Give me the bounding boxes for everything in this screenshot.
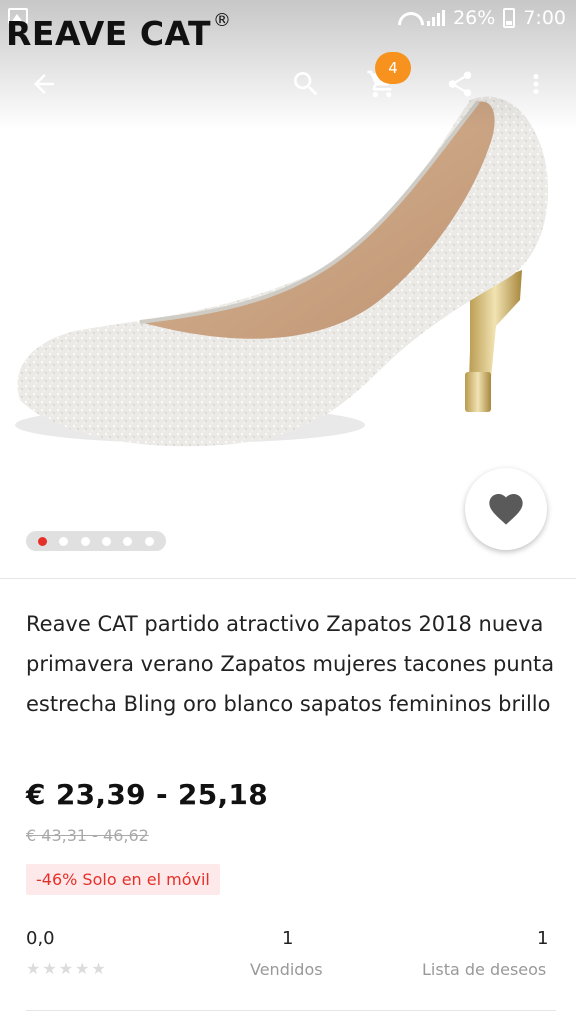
- sold-count: 1: [282, 928, 294, 949]
- pager-dot[interactable]: [123, 536, 133, 546]
- share-button[interactable]: [438, 62, 482, 106]
- wishlist-count: 1: [537, 928, 549, 949]
- pager-dot[interactable]: [144, 536, 154, 546]
- heart-icon: [489, 494, 523, 525]
- star-icon: ★: [58, 959, 74, 978]
- signal-icon: [427, 10, 446, 26]
- original-price: € 43,31 - 46,62: [26, 826, 149, 845]
- wifi-icon: [397, 10, 419, 26]
- battery-percent: 26%: [453, 7, 496, 29]
- battery-icon: [503, 8, 516, 28]
- star-icon: ★: [42, 959, 57, 978]
- back-button[interactable]: [22, 62, 66, 106]
- sold-label: Vendidos: [250, 960, 323, 979]
- discount-badge: -46% Solo en el móvil: [26, 864, 220, 895]
- add-to-wishlist-button[interactable]: [465, 468, 547, 550]
- cart-count-badge: 4: [375, 52, 411, 84]
- rating-stars[interactable]: ★ ★ ★ ★ ★: [26, 961, 106, 977]
- search-button[interactable]: [284, 62, 328, 106]
- wishlist-label: Lista de deseos: [422, 960, 547, 979]
- product-image: [15, 96, 549, 447]
- share-icon: [448, 71, 472, 97]
- gallery-pager: [26, 531, 166, 551]
- product-price: € 23,39 - 25,18: [26, 778, 268, 811]
- product-title: Reave CAT partido atractivo Zapatos 2018…: [26, 612, 555, 716]
- arrow-back-icon: [34, 74, 54, 94]
- pager-dot[interactable]: [102, 536, 112, 546]
- divider: [0, 578, 576, 579]
- status-time: 7:00: [523, 7, 566, 29]
- star-icon: ★: [91, 959, 106, 978]
- brand-watermark: REAVE CAT ®: [6, 10, 232, 53]
- rating-value: 0,0: [26, 928, 55, 949]
- star-icon: ★: [26, 959, 41, 978]
- pager-dot[interactable]: [80, 536, 90, 546]
- pager-dot[interactable]: [38, 536, 48, 546]
- divider: [26, 1010, 556, 1011]
- more-vert-icon: [533, 74, 539, 94]
- search-icon: [294, 72, 318, 96]
- pager-dot[interactable]: [59, 536, 69, 546]
- more-options-button[interactable]: [514, 62, 558, 106]
- star-icon: ★: [75, 959, 90, 978]
